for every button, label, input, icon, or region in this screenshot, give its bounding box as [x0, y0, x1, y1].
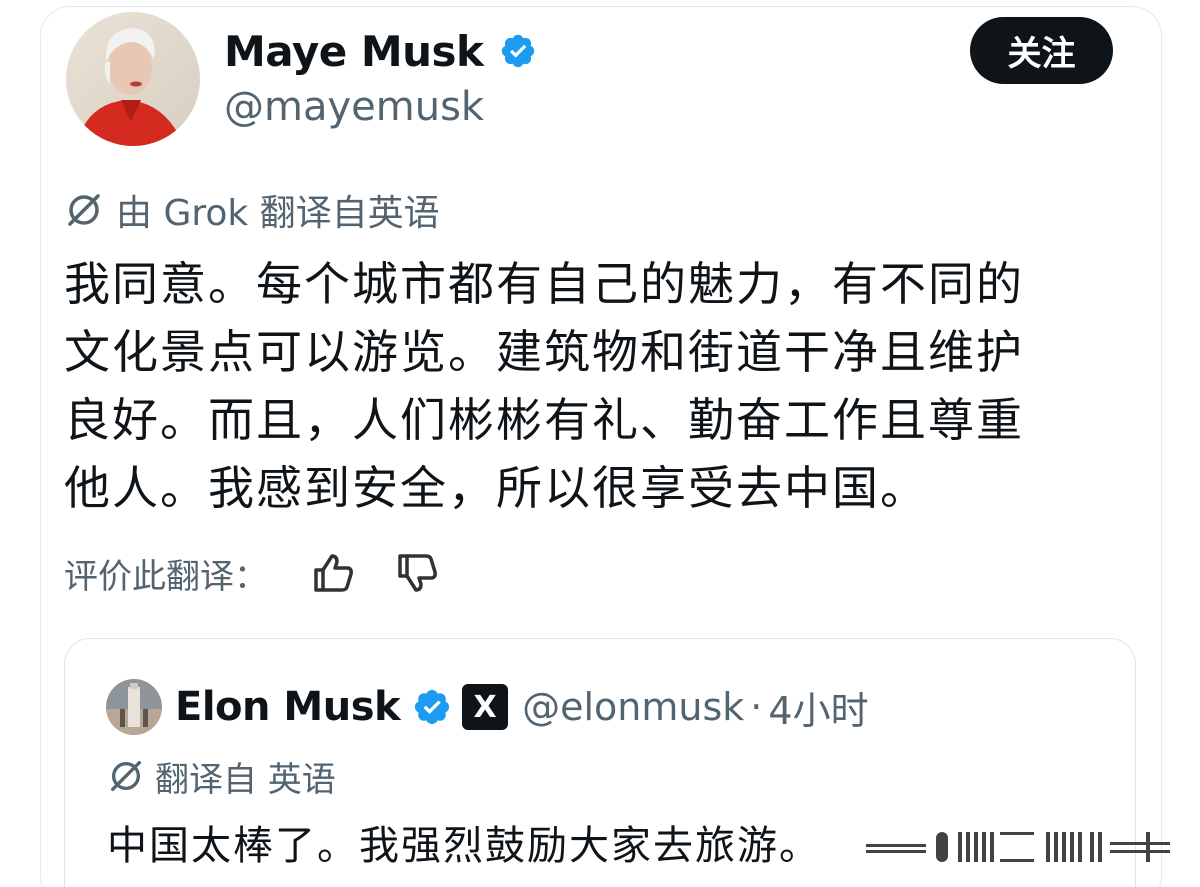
rate-translation-row: 评价此翻译： — [64, 545, 440, 601]
thumbs-down-icon[interactable] — [394, 550, 440, 596]
author-avatar[interactable] — [66, 12, 200, 146]
tweet-line: 我同意。每个城市都有自己的魅力，有不同的 — [64, 257, 1024, 311]
quoted-author-avatar[interactable] — [106, 679, 162, 735]
separator-dot: · — [750, 685, 763, 729]
follow-button[interactable]: 关注 — [970, 17, 1113, 84]
quoted-author-handle[interactable]: @elonmusk — [522, 685, 744, 729]
author-name-row: Maye Musk — [224, 24, 537, 78]
author-name[interactable]: Maye Musk — [224, 27, 484, 76]
quoted-translation-notice: 翻译自 英语 — [107, 751, 336, 801]
translate-icon — [111, 761, 141, 791]
translate-icon — [68, 194, 100, 226]
translation-notice-text[interactable]: 由 Grok 翻译自英语 — [116, 184, 440, 236]
thumbs-up-icon[interactable] — [310, 550, 356, 596]
quoted-author-name[interactable]: Elon Musk — [175, 684, 401, 730]
tweet-text: 我同意。每个城市都有自己的魅力，有不同的 文化景点可以游览。建筑物和街道干净且维… — [64, 250, 1124, 522]
tweet-line: 他人。我感到安全，所以很享受去中国。 — [64, 461, 928, 515]
x-affiliation-badge: X — [462, 684, 509, 730]
rate-translation-label: 评价此翻译： — [64, 556, 268, 597]
tweet-line: 良好。而且，人们彬彬有礼、勤奋工作且尊重 — [64, 393, 1024, 447]
translation-notice: 由 Grok 翻译自英语 — [64, 186, 440, 234]
author-handle[interactable]: @mayemusk — [224, 84, 484, 130]
watermark-mark — [866, 832, 1170, 862]
tweet-line: 文化景点可以游览。建筑物和街道干净且维护 — [64, 325, 1024, 379]
verified-badge-icon — [415, 689, 450, 725]
verified-badge-icon — [502, 34, 535, 68]
quoted-header: Elon Musk X @elonmusk · 4小时 — [175, 679, 869, 735]
quoted-tweet-text: 中国太棒了。我强烈鼓励大家去旅游。 — [107, 823, 821, 869]
quoted-timestamp[interactable]: 4小时 — [768, 680, 868, 735]
quoted-translation-text[interactable]: 翻译自 英语 — [155, 752, 336, 801]
